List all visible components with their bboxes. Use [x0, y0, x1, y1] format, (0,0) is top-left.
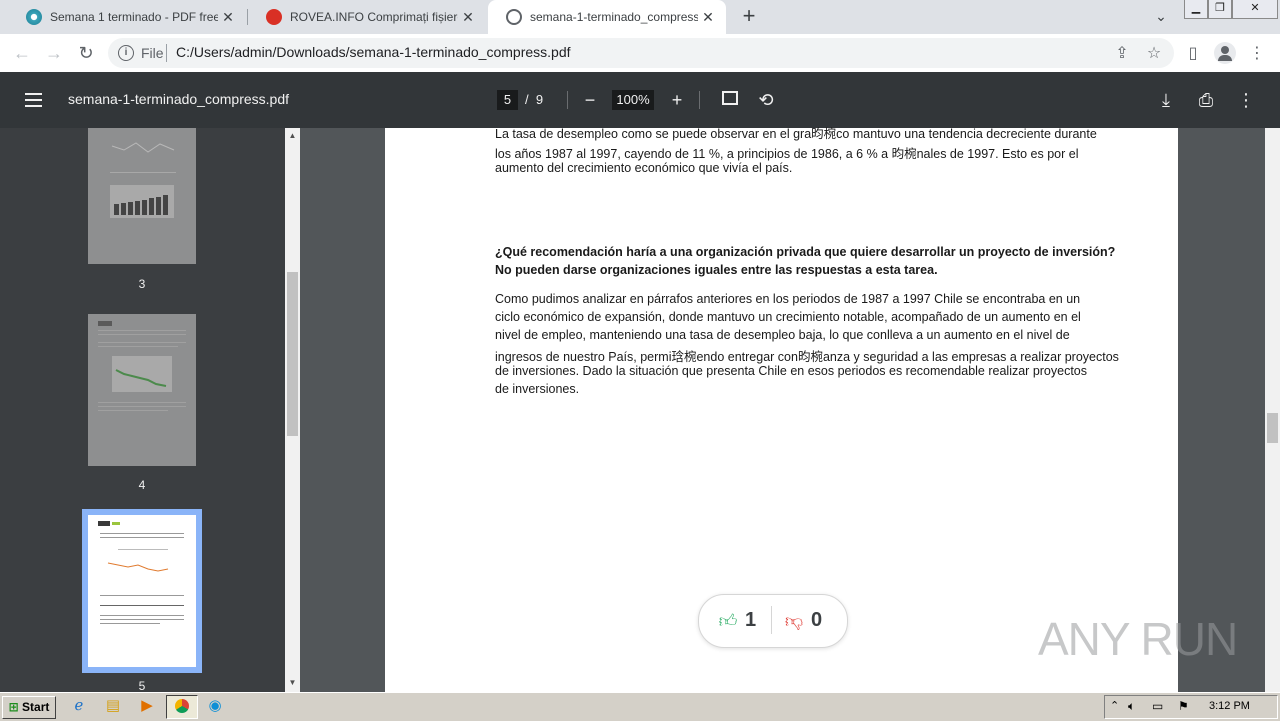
share-icon[interactable]: ⇪ — [1111, 43, 1133, 65]
pdf-title: semana-1-terminado_compress.pdf — [68, 91, 289, 107]
tab-title: Semana 1 terminado - PDF free — [50, 10, 218, 24]
close-tab-icon[interactable]: ✕ — [218, 9, 238, 26]
body-text-line: de inversiones. — [495, 382, 580, 396]
zoom-input[interactable]: 100% — [612, 90, 654, 110]
chrome-icon — [175, 699, 189, 713]
page-separator: / — [525, 92, 529, 107]
thumbnail-label-3: 3 — [138, 277, 146, 291]
download-icon[interactable]: ⤓ — [1155, 89, 1177, 111]
bookmark-star-icon[interactable]: ☆ — [1143, 43, 1165, 65]
toolbar-divider — [567, 91, 568, 109]
body-text-line: La tasa de desempleo como se puede obser… — [495, 127, 1097, 141]
forward-arrow-icon[interactable]: → — [42, 42, 66, 66]
page-total: / 9 — [525, 92, 543, 107]
close-tab-icon[interactable]: ✕ — [698, 9, 718, 26]
tray-arrow-icon[interactable]: ⌃ — [1110, 699, 1119, 712]
total-pages: 9 — [535, 92, 544, 107]
scroll-up-icon[interactable]: ▲ — [287, 131, 298, 140]
thumbnail-page-4[interactable] — [88, 314, 196, 466]
body-text-line: de inversiones. Dado la situación que pr… — [495, 364, 1088, 378]
address-divider — [166, 44, 167, 62]
document-scroll-thumb[interactable] — [1267, 413, 1278, 443]
side-panel-icon[interactable]: ▯ — [1182, 43, 1204, 65]
body-text-line: Como pudimos analizar en párrafos anteri… — [495, 292, 1081, 306]
sidebar-scroll-thumb[interactable] — [287, 272, 298, 436]
restore-button[interactable]: ❐ — [1208, 0, 1232, 19]
thumbnail-preview — [98, 521, 184, 624]
scheme-label: File — [141, 45, 164, 61]
back-arrow-icon[interactable]: ← — [10, 42, 34, 66]
network-icon[interactable]: ▭ — [1152, 699, 1163, 713]
thumbnail-preview — [110, 142, 176, 218]
document-scrollbar[interactable] — [1265, 128, 1280, 692]
rovea-favicon-icon — [266, 9, 282, 25]
tab-semana-pdf-free[interactable]: Semana 1 terminado - PDF free ✕ — [8, 0, 246, 34]
tab-title: semana-1-terminado_compress.pdf — [530, 10, 698, 24]
fit-page-icon[interactable] — [719, 89, 741, 111]
thumbnail-preview — [98, 321, 186, 411]
new-tab-button[interactable]: + — [736, 4, 762, 30]
print-icon[interactable]: ⎙ — [1195, 89, 1217, 111]
tab-semana-compress[interactable]: semana-1-terminado_compress.pdf ✕ — [488, 0, 726, 34]
page-number-input[interactable]: 5 — [497, 90, 518, 110]
body-text-line: ciclo económico de expansión, donde mant… — [495, 310, 1081, 324]
like-count: 1 — [745, 609, 757, 631]
thumbnail-label-5: 5 — [138, 679, 146, 693]
tab-title: ROVEA.INFO Comprimați fișiere PDF — [290, 10, 458, 24]
vote-divider — [771, 606, 772, 634]
scroll-down-icon[interactable]: ▼ — [287, 678, 298, 687]
chrome-taskbar-button[interactable] — [166, 695, 198, 719]
thumbnail-page-5[interactable] — [88, 515, 196, 667]
info-icon[interactable]: i — [118, 45, 134, 61]
body-text-line: ingresos de nuestro País, permi琀椀endo en… — [495, 350, 1119, 364]
toolbar-divider — [699, 91, 700, 109]
globe-icon — [506, 9, 522, 25]
reload-icon[interactable]: ↻ — [74, 42, 98, 66]
more-actions-icon[interactable]: ⋮ — [1235, 89, 1257, 111]
thumbnail-page-3[interactable] — [88, 128, 196, 264]
url-text[interactable]: C:/Users/admin/Downloads/semana-1-termin… — [176, 44, 571, 60]
start-button[interactable]: ⊞ Start — [2, 696, 56, 719]
body-text-line: aumento del crecimiento económico que vi… — [495, 161, 793, 175]
volume-icon[interactable]: 🔈︎ — [1128, 699, 1135, 714]
flag-icon[interactable]: ⚑ — [1178, 699, 1189, 713]
browser-menu-icon[interactable]: ⋮ — [1246, 43, 1268, 65]
zoom-in-icon[interactable]: + — [666, 89, 688, 111]
profile-avatar-icon[interactable] — [1214, 42, 1236, 64]
internet-explorer-icon[interactable]: ℯ — [68, 696, 90, 716]
taskbar-clock: 3:12 PM — [1209, 700, 1250, 712]
minimize-button[interactable]: ▁ — [1184, 0, 1208, 19]
media-player-icon[interactable]: ▶ — [136, 696, 158, 716]
rotate-icon[interactable]: ⟲ — [755, 89, 777, 111]
question-heading: No pueden darse organizaciones iguales e… — [495, 263, 938, 277]
thumbnail-label-4: 4 — [138, 478, 146, 492]
body-text-line: nivel de empleo, manteniendo una tasa de… — [495, 328, 1070, 342]
start-label: Start — [22, 700, 50, 714]
body-text-line: los años 1987 al 1997, cayendo de 11 %, … — [495, 147, 1079, 161]
tab-search-chevron-icon[interactable]: ⌄ — [1151, 8, 1171, 24]
site-favicon-icon — [26, 9, 42, 25]
tab-rovea[interactable]: ROVEA.INFO Comprimați fișiere PDF ✕ — [248, 0, 486, 34]
question-heading: ¿Qué recomendación haría a una organizac… — [495, 245, 1116, 259]
edge-icon[interactable]: ◉ — [204, 696, 226, 716]
file-explorer-icon[interactable]: ▤ — [102, 696, 124, 716]
dislike-count: 0 — [811, 609, 823, 631]
zoom-out-icon[interactable]: − — [579, 89, 601, 111]
anyrun-watermark: ANY RUN — [1038, 613, 1238, 665]
thumbs-up-icon[interactable]: 👍︎ — [718, 611, 738, 631]
thumbs-down-icon[interactable]: 👎︎ — [784, 611, 804, 631]
close-window-button[interactable]: ✕ — [1232, 0, 1278, 19]
windows-logo-icon: ⊞ — [8, 700, 19, 714]
hamburger-menu-icon[interactable] — [25, 93, 42, 107]
close-tab-icon[interactable]: ✕ — [458, 9, 478, 26]
